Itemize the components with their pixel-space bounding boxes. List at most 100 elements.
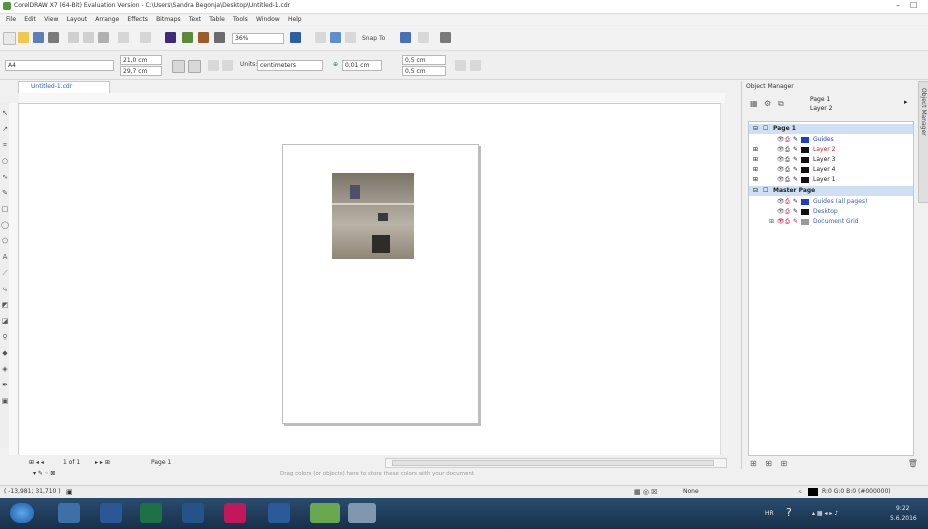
copy-icon[interactable]: [83, 32, 94, 43]
first-page-button[interactable]: ⊞ ◂ ◂: [29, 459, 44, 466]
layer-manager-view-icon[interactable]: ⚙: [764, 99, 771, 108]
layer-edit-icon[interactable]: ✎: [793, 175, 798, 185]
layer-print-icon[interactable]: ⎙: [785, 197, 790, 207]
excel-icon[interactable]: [140, 503, 162, 523]
expand-icon[interactable]: ⊞: [753, 155, 758, 165]
connector-tool-icon[interactable]: ⤷: [1, 285, 9, 293]
more-options-icon[interactable]: [440, 32, 451, 43]
open-folder-icon[interactable]: [18, 32, 29, 43]
duplicate-distance-y-field[interactable]: 0,5 cm: [402, 66, 446, 76]
tree-layer-row[interactable]: ⊞ 👁 ⎙ ✎ Layer 2: [749, 145, 913, 155]
layer-edit-icon[interactable]: ✎: [793, 217, 798, 227]
tree-master-page-row[interactable]: ⊟ ☐ Master Page: [749, 186, 913, 196]
drawing-page[interactable]: [282, 144, 479, 424]
layer-print-icon[interactable]: ⎙: [785, 217, 790, 227]
tree-layer-row[interactable]: 👁 ⎙ ✎ Guides: [749, 135, 913, 145]
print-icon[interactable]: [48, 32, 59, 43]
page-layout-icon[interactable]: [455, 60, 466, 71]
open-window-thumbnail-icon[interactable]: [348, 503, 376, 523]
paste-icon[interactable]: [98, 32, 109, 43]
layer-visibility-icon[interactable]: 👁: [777, 155, 785, 165]
show-properties-icon[interactable]: ▦: [750, 99, 758, 108]
outlook-icon[interactable]: [182, 503, 204, 523]
layer-print-icon[interactable]: ⎙: [785, 165, 790, 175]
menu-bitmaps[interactable]: Bitmaps: [156, 14, 181, 25]
layer-edit-icon[interactable]: ✎: [793, 165, 798, 175]
tree-layer-row[interactable]: 👁 ⎙ ✎ Desktop: [749, 207, 913, 217]
shape-tool-icon[interactable]: ↗: [1, 125, 9, 133]
menu-effects[interactable]: Effects: [127, 14, 147, 25]
layer-print-icon[interactable]: ⎙: [785, 155, 790, 165]
expand-icon[interactable]: ⊞: [753, 175, 758, 185]
layer-edit-icon[interactable]: ✎: [793, 155, 798, 165]
welcome-screen-icon[interactable]: [418, 32, 429, 43]
layer-visibility-icon[interactable]: 👁: [777, 207, 785, 217]
expand-icon[interactable]: ⊟: [753, 186, 758, 196]
text-tool-icon[interactable]: A: [1, 253, 9, 261]
drop-shadow-icon[interactable]: ◩: [1, 301, 9, 309]
publish-pdf-icon[interactable]: [198, 32, 209, 43]
show-grid-icon[interactable]: [330, 32, 341, 43]
crop-tool-icon[interactable]: ⌗: [1, 141, 9, 149]
fill-icon[interactable]: ▣: [1, 397, 9, 405]
layer-edit-icon[interactable]: ✎: [793, 135, 798, 145]
minimize-button[interactable]: –: [896, 1, 900, 10]
units-select[interactable]: centimeters: [257, 60, 323, 71]
delete-layer-icon[interactable]: 🗑: [908, 459, 918, 468]
document-tab[interactable]: Untitled-1.cdr: [18, 81, 110, 93]
restore-button[interactable]: ☐: [910, 1, 917, 10]
tree-layer-row[interactable]: ⊞ 👁 ⎙ ✎ Layer 3: [749, 155, 913, 165]
menu-tools[interactable]: Tools: [233, 14, 248, 25]
tree-layer-row[interactable]: ⊞ 👁 ⎙ ✎ Layer 4: [749, 165, 913, 175]
drawing-canvas[interactable]: [19, 104, 725, 455]
vertical-scrollbar[interactable]: [720, 103, 728, 455]
landscape-icon[interactable]: [188, 60, 201, 73]
tray-icons[interactable]: ▴ ▦ ◂ ▸ ♪: [812, 510, 838, 517]
cut-icon[interactable]: [68, 32, 79, 43]
tree-page-row[interactable]: ⊟ ☐ Page 1: [749, 124, 913, 134]
status-settings-icon[interactable]: ▣: [66, 486, 73, 498]
import-icon[interactable]: [165, 32, 176, 43]
layer-print-icon[interactable]: ⎙: [785, 135, 790, 145]
smart-fill-icon[interactable]: ◈: [1, 365, 9, 373]
layer-visibility-icon[interactable]: 👁: [777, 217, 785, 227]
paper-type-select[interactable]: A4: [5, 60, 114, 71]
expand-icon[interactable]: ⊟: [753, 124, 758, 134]
parallel-dimension-icon[interactable]: ⟋: [1, 269, 9, 277]
rectangle-tool-icon[interactable]: □: [1, 205, 9, 213]
object-view-icon[interactable]: ⧉: [778, 99, 784, 109]
outline-pen-icon[interactable]: ✒: [1, 381, 9, 389]
save-icon[interactable]: [33, 32, 44, 43]
show-rulers-icon[interactable]: [315, 32, 326, 43]
application-launcher-icon[interactable]: [214, 32, 225, 43]
page-background-icon[interactable]: [470, 60, 481, 71]
menu-table[interactable]: Table: [209, 14, 225, 25]
new-layer-icon[interactable]: ⊞: [750, 459, 757, 468]
freehand-tool-icon[interactable]: ∿: [1, 173, 9, 181]
full-screen-preview-icon[interactable]: [290, 32, 301, 43]
docker-side-tab[interactable]: Object Manager: [918, 81, 928, 203]
menu-view[interactable]: View: [44, 14, 58, 25]
placed-bitmap-image[interactable]: [332, 173, 414, 259]
interactive-fill-icon[interactable]: ◆: [1, 349, 9, 357]
eyedropper-icon[interactable]: ⚲: [1, 333, 9, 341]
portrait-icon[interactable]: [172, 60, 185, 73]
file-explorer-icon[interactable]: [58, 503, 80, 523]
access-icon[interactable]: [224, 503, 246, 523]
current-page-icon[interactable]: [222, 60, 233, 71]
menu-file[interactable]: File: [6, 14, 16, 25]
page-tab[interactable]: Page 1: [151, 459, 171, 466]
menu-layout[interactable]: Layout: [67, 14, 87, 25]
options-icon[interactable]: [400, 32, 411, 43]
tree-layer-row[interactable]: 👁 ⎙ ✎ Guides (all pages): [749, 197, 913, 207]
layer-edit-icon[interactable]: ✎: [793, 207, 798, 217]
tree-layer-row[interactable]: ⊞ 👁 ⎙ ✎ Document Grid: [749, 217, 913, 227]
layer-visibility-icon[interactable]: 👁: [777, 145, 785, 155]
all-pages-icon[interactable]: [208, 60, 219, 71]
page-height-field[interactable]: 29,7 cm: [120, 66, 162, 76]
expand-icon[interactable]: ⊞: [753, 165, 758, 175]
pick-tool-icon[interactable]: ↖: [1, 109, 9, 117]
layer-edit-icon[interactable]: ✎: [793, 197, 798, 207]
zoom-tool-icon[interactable]: ○: [1, 157, 9, 165]
layer-print-icon[interactable]: ⎙: [785, 145, 790, 155]
